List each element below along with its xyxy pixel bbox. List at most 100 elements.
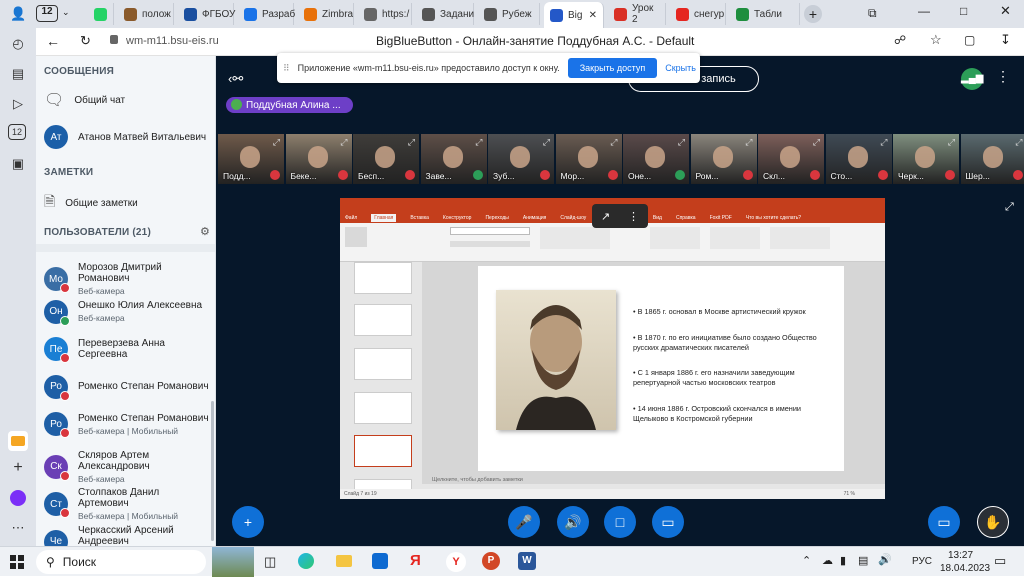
minimize-button[interactable]: — [918, 4, 930, 18]
ribbon-tab[interactable]: Слайд-шоу [560, 215, 586, 221]
reading-icon[interactable]: ▤ [8, 64, 28, 84]
url-text[interactable]: wm-m11.bsu-eis.ru [126, 35, 219, 47]
actions-plus-button[interactable]: + [232, 506, 264, 538]
audio-button[interactable]: 🔊 [557, 506, 589, 538]
public-chat-item[interactable]: 🗨 Общий чат [44, 90, 209, 110]
clock-date[interactable]: 18.04.2023 [940, 563, 990, 574]
maximize-button[interactable]: □ [960, 4, 967, 18]
history-icon[interactable]: ◴ [8, 34, 28, 54]
ribbon-tab[interactable]: Файл [345, 215, 357, 221]
webcam-tile[interactable]: ⤢Скл... [758, 134, 824, 184]
collections-icon[interactable]: ⧉ [868, 6, 877, 21]
user-list-item[interactable]: СтСтолпаков Данил АртемовичВеб-камера | … [44, 487, 209, 521]
browser-tab[interactable]: Рубеж [478, 3, 540, 25]
webcam-tile[interactable]: ⤢Заве... [421, 134, 487, 184]
taskbar-search[interactable]: ⚲ Поиск [36, 550, 206, 574]
ribbon-tab[interactable]: Что вы хотите сделать? [746, 215, 801, 221]
add-icon[interactable]: + [8, 458, 28, 478]
user-list-item[interactable]: СкСкляров Артем АлександровичВеб-камера [44, 450, 209, 484]
new-tab-button[interactable]: + [804, 5, 822, 23]
user-list-item[interactable]: ОнОнешко Юлия АлексеевнаВеб-камера [44, 300, 209, 324]
share-icon[interactable]: ☍ [894, 33, 906, 47]
tray-chevron-icon[interactable]: ⌃ [802, 554, 811, 567]
expand-icon[interactable]: ⤢ [610, 137, 617, 148]
browser-tab[interactable] [88, 3, 114, 25]
expand-icon[interactable]: ⤢ [678, 137, 685, 148]
lock-icon[interactable] [110, 35, 118, 44]
reload-icon[interactable]: ↻ [80, 33, 91, 49]
webcam-tile[interactable]: ⤢Ром... [691, 134, 757, 184]
talking-indicator[interactable]: Поддубная Алина ... [226, 97, 353, 113]
notes-placeholder[interactable]: Щелкните, чтобы добавить заметки [432, 477, 523, 483]
task-view-icon[interactable]: ◫ [264, 554, 276, 570]
file-explorer-icon[interactable] [336, 555, 352, 567]
drag-handle-icon[interactable]: ⠿ [283, 63, 290, 74]
browser-tab[interactable]: полож [118, 3, 174, 25]
extensions-icon[interactable]: ▢ [964, 33, 975, 47]
webcam-tile[interactable]: ⤢Оне... [623, 134, 689, 184]
expand-icon[interactable]: ⤢ [340, 137, 347, 148]
browser-tab[interactable]: Zimbra [298, 3, 354, 25]
edge-icon[interactable] [298, 553, 314, 569]
ribbon-tab[interactable]: Главная [371, 214, 396, 222]
browser-tab[interactable]: Задани [416, 3, 474, 25]
expand-icon[interactable]: ⤢ [948, 137, 955, 148]
users-scrollbar[interactable] [211, 401, 214, 541]
webcam-tile[interactable]: ⤢Подд... [218, 134, 284, 184]
browser-tab[interactable]: Урок 2 [608, 3, 666, 25]
word-icon[interactable]: W [518, 552, 536, 570]
ribbon-tab[interactable]: Конструктор [443, 215, 472, 221]
slide-thumbnail[interactable] [354, 348, 412, 380]
webcam-tile[interactable]: ⤢Мор... [556, 134, 622, 184]
browser-tab[interactable]: снегур [670, 3, 726, 25]
mute-mic-button[interactable]: 🎤 [508, 506, 540, 538]
slide-thumbnail[interactable] [354, 304, 412, 336]
yandex-browser-icon[interactable]: Y [446, 552, 466, 572]
options-icon[interactable]: ⋮ [996, 68, 1010, 85]
close-window-button[interactable]: ✕ [1000, 3, 1011, 19]
tray-cloud-icon[interactable]: ☁ [822, 554, 833, 567]
weather-widget-icon[interactable] [212, 547, 254, 577]
tabs-count-icon[interactable]: 12 [8, 124, 26, 140]
expand-icon[interactable]: ⤢ [745, 137, 752, 148]
yandex-icon[interactable]: Я [410, 552, 421, 569]
expand-icon[interactable]: ⤢ [543, 137, 550, 148]
user-list-toggle-icon[interactable]: ‹⚯ [228, 71, 243, 87]
user-list-item[interactable]: ЧеЧеркасский Арсений АндреевичВеб-камера [44, 525, 209, 547]
expand-icon[interactable]: ⤢ [408, 137, 415, 148]
user-list-item[interactable]: РоРоменко Степан РомановичВеб-камера | М… [44, 412, 209, 436]
expand-icon[interactable]: ⤢ [273, 137, 280, 148]
ribbon-tab[interactable]: Вид [653, 215, 662, 221]
expand-icon[interactable]: ⤢ [475, 137, 482, 148]
notifications-icon[interactable]: ▭ [994, 553, 1006, 569]
bookmark-icon[interactable]: ☆ [930, 32, 942, 48]
shared-notes-item[interactable]: 🗎 Общие заметки [44, 191, 209, 215]
ribbon-tab[interactable]: Переходы [485, 215, 508, 221]
clock-time[interactable]: 13:27 [948, 550, 973, 561]
users-settings-icon[interactable]: ⚙ [200, 225, 210, 238]
tray-network-icon[interactable]: ▤ [858, 554, 868, 567]
user-list-item[interactable]: РоРоменко Степан Романович [44, 375, 209, 399]
ribbon-tab[interactable]: Вставка [410, 215, 429, 221]
tray-battery-icon[interactable]: ▮ [840, 554, 846, 567]
expand-icon[interactable]: ⤢ [813, 137, 820, 148]
powerpoint-icon[interactable]: P [482, 552, 500, 570]
more-vert-icon[interactable]: ⋮ [628, 210, 639, 223]
screen-share-button[interactable]: ▭ [652, 506, 684, 538]
tray-volume-icon[interactable]: 🔊 [878, 553, 892, 566]
back-icon[interactable]: ← [46, 33, 60, 49]
webcam-tile[interactable]: ⤢Зуб... [488, 134, 554, 184]
user-list-item[interactable]: ПеПереверзева Анна Сергеевна [44, 337, 209, 361]
screenshot-icon[interactable]: ▣ [8, 154, 28, 174]
ribbon-tab[interactable]: Анимация [523, 215, 546, 221]
browser-tab[interactable]: Big✕ [544, 2, 604, 28]
presentation-fullscreen-icon[interactable]: ⤢ [1005, 201, 1014, 214]
more-icon[interactable]: ⋯ [8, 518, 28, 538]
browser-tab[interactable]: Разраб [238, 3, 294, 25]
webcam-tile[interactable]: ⤢Беке... [286, 134, 352, 184]
tab-menu-chevron-icon[interactable]: ⌄ [62, 7, 70, 18]
popout-icon[interactable]: ↗ [601, 210, 610, 223]
raise-hand-button[interactable]: ✋ [977, 506, 1009, 538]
alice-icon[interactable] [8, 488, 28, 508]
stop-sharing-button[interactable]: Закрыть доступ [568, 58, 658, 78]
